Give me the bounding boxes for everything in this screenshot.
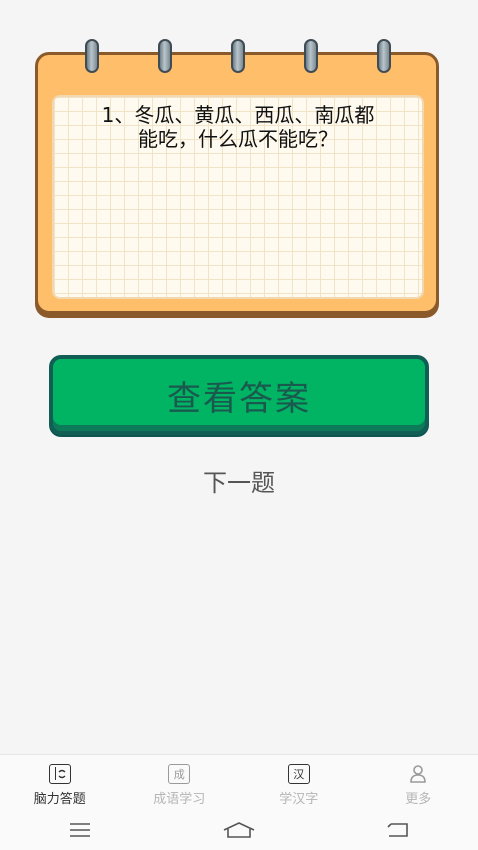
binder-ring-icon: [158, 39, 172, 73]
back-icon: [387, 823, 409, 837]
question-card: 1、冬瓜、黄瓜、西瓜、南瓜都 能吃，什么瓜不能吃？: [35, 39, 439, 314]
user-icon: [407, 764, 429, 784]
menu-icon: [69, 823, 90, 837]
next-question-link[interactable]: 下一题: [0, 463, 478, 498]
idiom-icon-char: 成: [173, 768, 185, 781]
tab-brain-quiz[interactable]: 脑力答题: [0, 755, 120, 811]
question-text: 1、冬瓜、黄瓜、西瓜、南瓜都 能吃，什么瓜不能吃？: [74, 103, 402, 151]
tab-label: 脑力答题: [33, 792, 86, 807]
tab-more[interactable]: 更多: [359, 755, 478, 811]
tab-idiom-study[interactable]: 成 成语学习: [120, 755, 240, 811]
brain-quiz-icon: [48, 764, 71, 784]
menu-button[interactable]: [0, 822, 159, 838]
hanzi-icon: 汉: [287, 764, 310, 784]
home-icon: [223, 822, 255, 838]
binder-ring-icon: [304, 39, 318, 73]
tab-label: 更多: [405, 792, 432, 807]
tab-label: 学汉字: [279, 792, 319, 807]
question-line-2: 能吃，什么瓜不能吃？: [138, 127, 338, 151]
binder-ring-icon: [377, 39, 391, 73]
hanzi-icon-char: 汉: [293, 768, 305, 781]
tab-learn-characters[interactable]: 汉 学汉字: [239, 755, 359, 811]
idiom-book-icon: 成: [168, 764, 191, 784]
view-answer-button[interactable]: 查看答案: [49, 355, 429, 435]
system-navigation-bar: [0, 810, 478, 850]
bottom-tab-bar: 脑力答题 成 成语学习 汉 学汉字 更多: [0, 754, 478, 811]
binder-ring-icon: [231, 39, 245, 73]
binder-ring-icon: [85, 39, 99, 73]
back-button[interactable]: [319, 821, 478, 839]
question-line-1: 1、冬瓜、黄瓜、西瓜、南瓜都: [101, 103, 375, 127]
home-button[interactable]: [159, 821, 318, 839]
question-paper: 1、冬瓜、黄瓜、西瓜、南瓜都 能吃，什么瓜不能吃？: [52, 95, 424, 299]
tab-label: 成语学习: [153, 792, 206, 807]
